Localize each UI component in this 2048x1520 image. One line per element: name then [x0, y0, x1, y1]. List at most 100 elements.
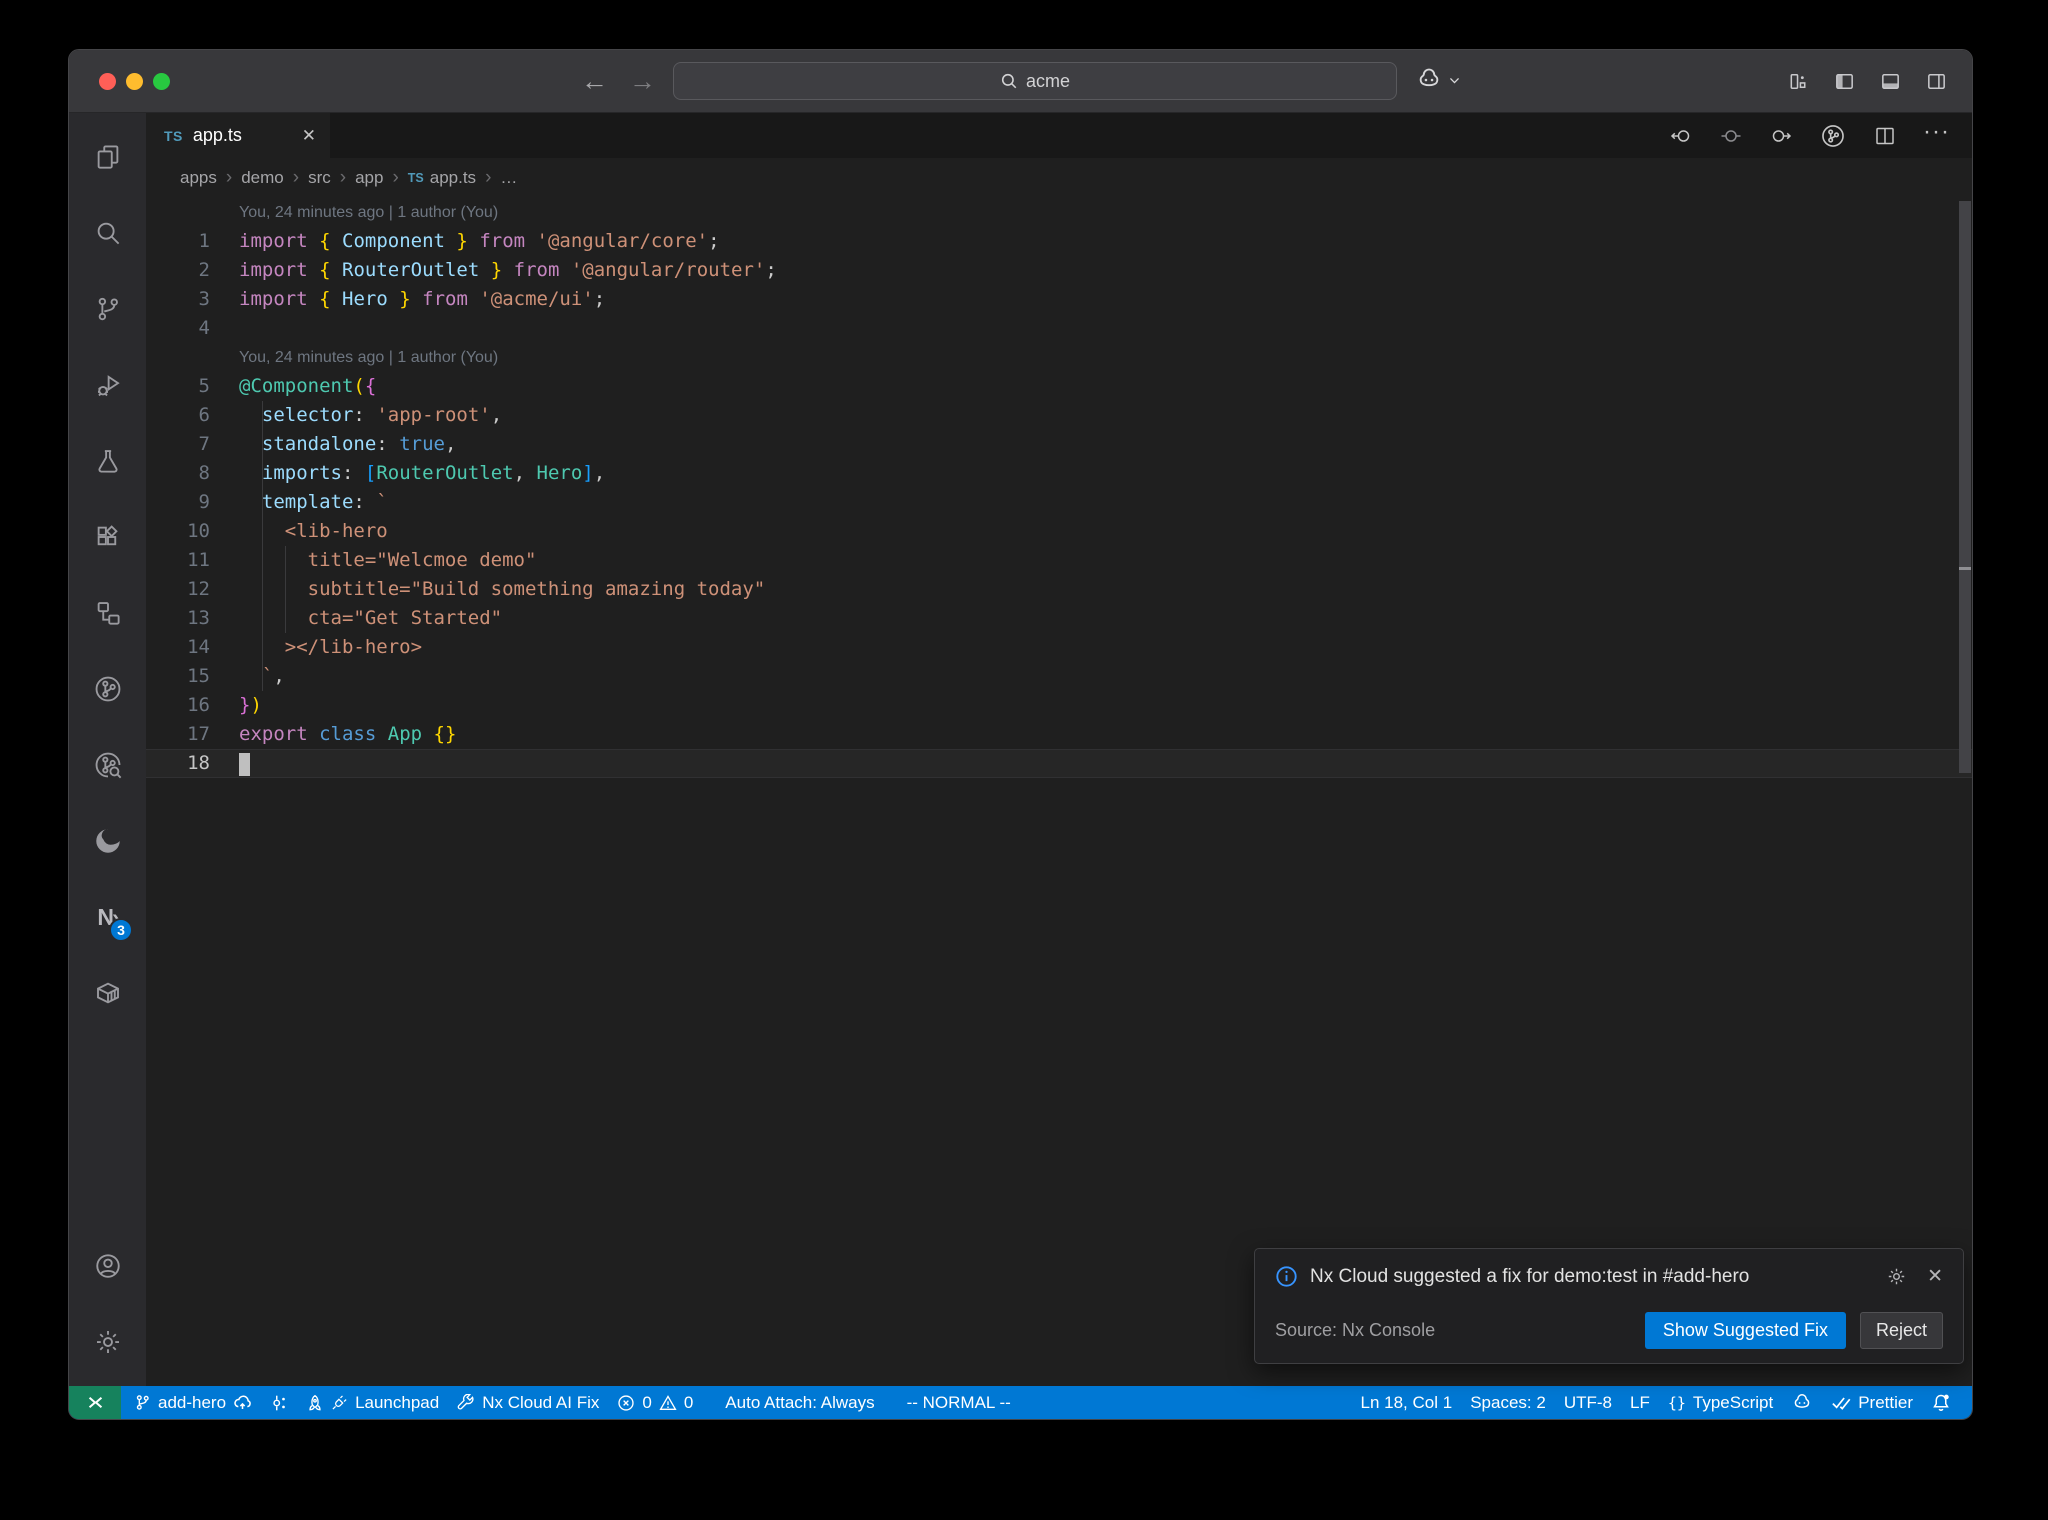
- search-icon: [1000, 72, 1018, 90]
- git-branch-icon: [136, 1395, 149, 1410]
- line-number: 17: [187, 723, 210, 745]
- status-vim-mode[interactable]: -- NORMAL --: [898, 1393, 1020, 1413]
- breadcrumb-item[interactable]: …: [500, 168, 517, 188]
- source-control-icon[interactable]: [69, 271, 146, 347]
- notification-settings-gear-icon[interactable]: [1886, 1266, 1907, 1287]
- previous-change-icon[interactable]: [1669, 124, 1693, 148]
- tab-close-icon[interactable]: ✕: [302, 126, 316, 146]
- typescript-file-icon: TS: [407, 171, 424, 185]
- line-number: 8: [198, 462, 210, 484]
- breadcrumb-item[interactable]: apps: [180, 168, 217, 188]
- code-lines: You, 24 minutes ago | 1 author (You) 1 imp…: [146, 198, 1972, 778]
- toggle-primary-sidebar-icon[interactable]: [1833, 70, 1856, 93]
- remote-icon: [88, 1396, 102, 1409]
- status-commit-graph[interactable]: [261, 1394, 297, 1412]
- rocket-icon: [309, 1394, 321, 1410]
- explorer-icon[interactable]: [69, 119, 146, 195]
- codelens-blame-line[interactable]: You, 24 minutes ago | 1 author (You): [146, 343, 1972, 372]
- codelens-blame-line[interactable]: You, 24 minutes ago | 1 author (You): [146, 198, 1972, 227]
- run-debug-icon[interactable]: [69, 347, 146, 423]
- copilot-menu-button[interactable]: [1415, 66, 1461, 94]
- containers-icon[interactable]: [69, 955, 146, 1031]
- error-icon: [618, 1394, 635, 1411]
- project-hierarchy-icon[interactable]: [69, 575, 146, 651]
- toggle-panel-icon[interactable]: [1879, 70, 1902, 93]
- line-number: 16: [187, 694, 210, 716]
- status-launchpad[interactable]: Launchpad: [297, 1393, 448, 1413]
- breadcrumb-item[interactable]: app: [355, 168, 383, 188]
- window-zoom-button[interactable]: [153, 73, 170, 90]
- code-line: 9 template: `: [146, 488, 1972, 517]
- extensions-icon[interactable]: [69, 499, 146, 575]
- code-line: 14 ></lib-hero>: [146, 633, 1972, 662]
- testing-icon[interactable]: [69, 423, 146, 499]
- code-line: 15 `,: [146, 662, 1972, 691]
- next-change-icon[interactable]: [1769, 124, 1793, 148]
- compare-changes-icon[interactable]: [1719, 124, 1743, 148]
- line-number: 1: [198, 230, 210, 252]
- split-editor-icon[interactable]: [1873, 124, 1897, 148]
- notification-source: Source: Nx Console: [1275, 1320, 1436, 1340]
- breadcrumb-item[interactable]: src: [308, 168, 331, 188]
- status-nx-cloud-fix[interactable]: Nx Cloud AI Fix: [448, 1393, 608, 1413]
- nx-fix-label: Nx Cloud AI Fix: [482, 1392, 600, 1412]
- status-line-col[interactable]: Ln 18, Col 1: [1352, 1393, 1462, 1413]
- line-number: 2: [198, 259, 210, 281]
- braces-icon: {}: [1667, 1393, 1686, 1412]
- copilot-swirl-icon[interactable]: [69, 803, 146, 879]
- status-copilot[interactable]: [1782, 1392, 1822, 1414]
- status-eol[interactable]: LF: [1621, 1393, 1659, 1413]
- plug-icon: [332, 1395, 347, 1410]
- reject-button[interactable]: Reject: [1859, 1312, 1943, 1349]
- code-line: 4: [146, 314, 1972, 343]
- line-number: 12: [187, 578, 210, 600]
- publish-cloud-icon: [234, 1395, 251, 1410]
- breadcrumb-item[interactable]: TS app.ts: [408, 168, 476, 188]
- tab-app-ts[interactable]: TS app.ts ✕: [146, 113, 330, 158]
- status-encoding[interactable]: UTF-8: [1555, 1393, 1621, 1413]
- remote-indicator[interactable]: [69, 1386, 121, 1419]
- breadcrumb-item[interactable]: demo: [241, 168, 284, 188]
- navigate-forward-button[interactable]: →: [629, 67, 656, 95]
- info-icon: [1275, 1265, 1298, 1288]
- command-center-search[interactable]: acme: [673, 62, 1397, 100]
- status-branch[interactable]: add-hero: [125, 1393, 261, 1413]
- chevron-down-icon: [1448, 74, 1461, 87]
- gitlens-graph-icon[interactable]: [69, 651, 146, 727]
- commit-graph-icon: [273, 1395, 285, 1410]
- code-editor[interactable]: You, 24 minutes ago | 1 author (You) 1 imp…: [146, 198, 1972, 1386]
- breadcrumb-separator-icon: ›: [485, 167, 492, 188]
- toggle-secondary-sidebar-icon[interactable]: [1925, 70, 1948, 93]
- bell-icon: [1933, 1394, 1949, 1411]
- tab-bar: TS app.ts ✕ ···: [146, 113, 1972, 158]
- activity-bar: N› 3: [69, 113, 146, 1386]
- status-problems[interactable]: 0 0: [608, 1393, 702, 1413]
- code-line: 1 import { Component } from '@angular/cor…: [146, 227, 1972, 256]
- gitlens-inspect-icon[interactable]: [69, 727, 146, 803]
- search-sidebar-icon[interactable]: [69, 195, 146, 271]
- customize-layout-icon[interactable]: [1787, 70, 1810, 93]
- window-close-button[interactable]: [99, 73, 116, 90]
- status-notifications[interactable]: [1922, 1393, 1960, 1413]
- code-line: 2 import { RouterOutlet } from '@angular/…: [146, 256, 1972, 285]
- status-formatter[interactable]: Prettier: [1822, 1393, 1922, 1413]
- line-number: 4: [198, 317, 210, 339]
- accounts-icon[interactable]: [69, 1228, 146, 1304]
- notification-close-icon[interactable]: ✕: [1927, 1265, 1943, 1288]
- settings-gear-icon[interactable]: [69, 1304, 146, 1380]
- gitlens-file-graph-icon[interactable]: [1819, 122, 1847, 150]
- navigate-back-button[interactable]: ←: [581, 67, 608, 95]
- nx-console-icon[interactable]: N› 3: [69, 879, 146, 955]
- code-line: 7 standalone: true,: [146, 430, 1972, 459]
- status-auto-attach[interactable]: Auto Attach: Always: [716, 1393, 883, 1413]
- status-language[interactable]: {} TypeScript: [1659, 1393, 1782, 1413]
- code-line: 16}): [146, 691, 1972, 720]
- status-indentation[interactable]: Spaces: 2: [1461, 1393, 1555, 1413]
- editor-actions: ···: [1669, 113, 1972, 158]
- window-minimize-button[interactable]: [126, 73, 143, 90]
- code-line: 18: [146, 749, 1972, 778]
- typescript-file-icon: TS: [164, 127, 183, 144]
- show-suggested-fix-button[interactable]: Show Suggested Fix: [1644, 1312, 1846, 1349]
- editor-scrollbar[interactable]: [1959, 201, 1971, 773]
- breadcrumb-separator-icon: ›: [339, 167, 347, 188]
